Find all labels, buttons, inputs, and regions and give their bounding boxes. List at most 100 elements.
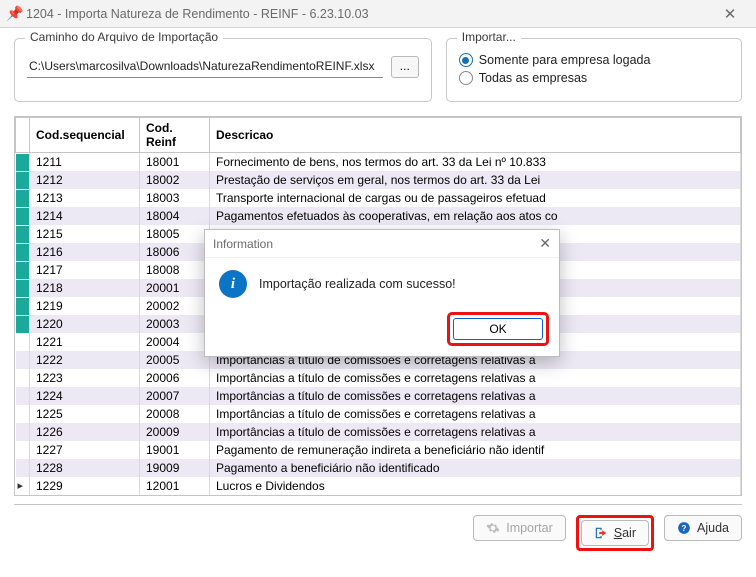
cell-desc: Importâncias a título de comissões e cor… bbox=[210, 405, 741, 423]
import-path-input[interactable] bbox=[27, 55, 383, 78]
cell-seq: 1227 bbox=[30, 441, 140, 459]
dialog-titlebar: Information ✕ bbox=[205, 230, 559, 258]
sair-highlight: Sair bbox=[576, 515, 654, 551]
button-label: Ajuda bbox=[697, 521, 729, 535]
sair-button[interactable]: Sair bbox=[581, 520, 649, 546]
cell-reinf: 19001 bbox=[140, 441, 210, 459]
button-label: Importar bbox=[506, 521, 553, 535]
cell-reinf: 18001 bbox=[140, 153, 210, 172]
table-row[interactable]: 121118001Fornecimento de bens, nos termo… bbox=[16, 153, 741, 172]
ok-button[interactable]: OK bbox=[453, 318, 543, 340]
fieldset-import-scope: Importar... Somente para empresa logada … bbox=[446, 38, 742, 102]
table-header-reinf[interactable]: Cod. Reinf bbox=[140, 118, 210, 153]
row-gutter bbox=[16, 441, 30, 459]
cell-desc: Transporte internacional de cargas ou de… bbox=[210, 189, 741, 207]
radio-label: Todas as empresas bbox=[479, 71, 587, 85]
table-row[interactable]: 122320006Importâncias a título de comiss… bbox=[16, 369, 741, 387]
cell-reinf: 12001 bbox=[140, 477, 210, 495]
cell-reinf: 18005 bbox=[140, 225, 210, 243]
cell-reinf: 20005 bbox=[140, 351, 210, 369]
row-gutter bbox=[16, 261, 30, 279]
cell-seq: 1224 bbox=[30, 387, 140, 405]
table-header-gutter bbox=[16, 118, 30, 153]
table-row[interactable]: 121318003Transporte internacional de car… bbox=[16, 189, 741, 207]
fieldset-import-path: Caminho do Arquivo de Importação ... bbox=[14, 38, 432, 102]
row-gutter bbox=[16, 351, 30, 369]
dialog-message: Importação realizada com sucesso! bbox=[259, 277, 456, 291]
cell-reinf: 20006 bbox=[140, 369, 210, 387]
cell-reinf: 18008 bbox=[140, 261, 210, 279]
table-row[interactable]: 121418004Pagamentos efetuados às coopera… bbox=[16, 207, 741, 225]
cell-seq: 1220 bbox=[30, 315, 140, 333]
info-icon: i bbox=[219, 270, 247, 298]
cell-reinf: 18003 bbox=[140, 189, 210, 207]
radio-logged-company[interactable]: Somente para empresa logada bbox=[459, 53, 729, 67]
window-titlebar: 📌 1204 - Importa Natureza de Rendimento … bbox=[0, 0, 756, 28]
ok-highlight: OK bbox=[447, 312, 549, 346]
window-close-button[interactable]: ✕ bbox=[710, 5, 750, 23]
row-gutter bbox=[16, 333, 30, 351]
cell-seq: 1213 bbox=[30, 189, 140, 207]
cell-desc: Pagamentos efetuados às cooperativas, em… bbox=[210, 207, 741, 225]
information-dialog: Information ✕ i Importação realizada com… bbox=[204, 229, 560, 357]
table-row[interactable]: 122420007Importâncias a título de comiss… bbox=[16, 387, 741, 405]
cell-seq: 1212 bbox=[30, 171, 140, 189]
row-gutter bbox=[16, 423, 30, 441]
table-row[interactable]: 122912001Lucros e Dividendos bbox=[16, 477, 741, 495]
browse-button[interactable]: ... bbox=[391, 56, 419, 78]
row-gutter bbox=[16, 369, 30, 387]
cell-seq: 1214 bbox=[30, 207, 140, 225]
cell-reinf: 20003 bbox=[140, 315, 210, 333]
cell-seq: 1223 bbox=[30, 369, 140, 387]
row-gutter bbox=[16, 171, 30, 189]
cell-desc: Importâncias a título de comissões e cor… bbox=[210, 423, 741, 441]
button-label: Sair bbox=[614, 526, 636, 540]
cell-seq: 1221 bbox=[30, 333, 140, 351]
dialog-close-button[interactable]: ✕ bbox=[539, 235, 551, 252]
cell-seq: 1226 bbox=[30, 423, 140, 441]
cell-seq: 1219 bbox=[30, 297, 140, 315]
radio-label: Somente para empresa logada bbox=[479, 53, 651, 67]
table-row[interactable]: 122620009Importâncias a título de comiss… bbox=[16, 423, 741, 441]
cell-reinf: 18006 bbox=[140, 243, 210, 261]
cell-seq: 1228 bbox=[30, 459, 140, 477]
table-row[interactable]: 122819009Pagamento a beneficiário não id… bbox=[16, 459, 741, 477]
cell-desc: Lucros e Dividendos bbox=[210, 477, 741, 495]
row-gutter bbox=[16, 243, 30, 261]
cell-reinf: 20008 bbox=[140, 405, 210, 423]
table-row[interactable]: 122719001Pagamento de remuneração indire… bbox=[16, 441, 741, 459]
row-gutter bbox=[16, 225, 30, 243]
cell-reinf: 20002 bbox=[140, 297, 210, 315]
table-row[interactable]: 122520008Importâncias a título de comiss… bbox=[16, 405, 741, 423]
window-title: 1204 - Importa Natureza de Rendimento - … bbox=[22, 7, 710, 21]
radio-all-companies[interactable]: Todas as empresas bbox=[459, 71, 729, 85]
cell-seq: 1211 bbox=[30, 153, 140, 172]
row-gutter bbox=[16, 297, 30, 315]
row-gutter bbox=[16, 477, 30, 495]
cell-reinf: 18002 bbox=[140, 171, 210, 189]
row-gutter bbox=[16, 387, 30, 405]
cell-reinf: 20004 bbox=[140, 333, 210, 351]
radio-icon bbox=[459, 71, 473, 85]
cell-reinf: 20001 bbox=[140, 279, 210, 297]
svg-text:?: ? bbox=[682, 524, 687, 533]
cell-desc: Pagamento de remuneração indireta a bene… bbox=[210, 441, 741, 459]
dialog-title: Information bbox=[213, 237, 539, 251]
ajuda-button[interactable]: ? Ajuda bbox=[664, 515, 742, 541]
cell-desc: Prestação de serviços em geral, nos term… bbox=[210, 171, 741, 189]
table-header-row: Cod.sequencial Cod. Reinf Descricao bbox=[16, 118, 741, 153]
table-header-desc[interactable]: Descricao bbox=[210, 118, 741, 153]
bottom-button-bar: Importar Sair ? Ajuda bbox=[14, 504, 742, 551]
cell-seq: 1216 bbox=[30, 243, 140, 261]
table-row[interactable]: 121218002Prestação de serviços em geral,… bbox=[16, 171, 741, 189]
top-options-row: Caminho do Arquivo de Importação ... Imp… bbox=[14, 38, 742, 102]
cell-desc: Importâncias a título de comissões e cor… bbox=[210, 387, 741, 405]
row-gutter bbox=[16, 279, 30, 297]
gear-icon bbox=[486, 521, 500, 535]
cell-reinf: 18004 bbox=[140, 207, 210, 225]
table-header-seq[interactable]: Cod.sequencial bbox=[30, 118, 140, 153]
radio-icon bbox=[459, 53, 473, 67]
importar-button[interactable]: Importar bbox=[473, 515, 566, 541]
cell-seq: 1225 bbox=[30, 405, 140, 423]
row-gutter bbox=[16, 405, 30, 423]
